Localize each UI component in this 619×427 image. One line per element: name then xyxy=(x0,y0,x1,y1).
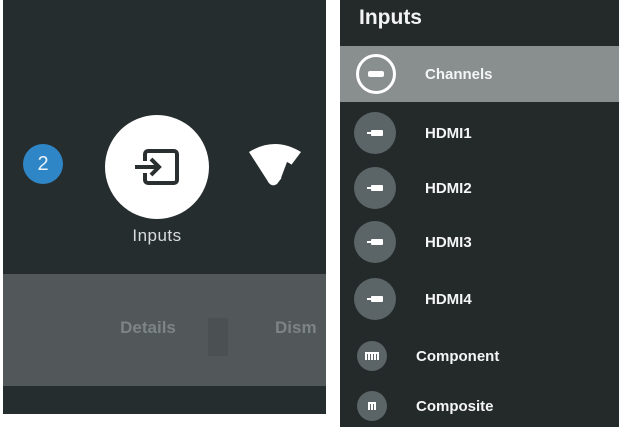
notification-count-badge: 2 xyxy=(23,144,63,184)
notification-panel: 2 Inputs Details Dism xyxy=(3,0,326,414)
dismiss-button[interactable]: Dism xyxy=(275,318,326,338)
input-item-label: Channels xyxy=(425,65,493,83)
menu-title: Inputs xyxy=(359,6,422,29)
component-icon xyxy=(357,341,387,371)
inputs-label: Inputs xyxy=(132,226,182,245)
input-item-component[interactable]: Component xyxy=(340,328,619,384)
hdmi-icon xyxy=(354,221,396,263)
input-item-label: HDMI3 xyxy=(425,233,472,251)
inputs-menu: Inputs Channels HDMI1 HDMI2 HDMI3 HDMI4 xyxy=(340,0,619,427)
input-item-hdmi3[interactable]: HDMI3 xyxy=(340,214,619,270)
input-item-label: HDMI1 xyxy=(425,124,472,142)
input-item-label: Component xyxy=(416,347,500,365)
input-item-hdmi4[interactable]: HDMI4 xyxy=(340,271,619,327)
hdmi-icon xyxy=(354,278,396,320)
wifi-icon xyxy=(249,144,301,186)
composite-icon xyxy=(357,391,387,421)
hdmi-icon xyxy=(354,167,396,209)
input-item-hdmi2[interactable]: HDMI2 xyxy=(340,160,619,216)
input-item-composite[interactable]: Composite xyxy=(340,378,619,427)
input-item-label: HDMI2 xyxy=(425,179,472,197)
input-item-channels[interactable]: Channels xyxy=(340,46,619,102)
button-divider xyxy=(208,318,228,356)
hdmi-icon xyxy=(354,112,396,154)
tv-tuner-icon xyxy=(356,54,396,94)
details-button[interactable]: Details xyxy=(93,318,203,338)
input-item-label: Composite xyxy=(416,397,494,415)
input-source-icon xyxy=(135,149,179,185)
input-item-hdmi1[interactable]: HDMI1 xyxy=(340,105,619,161)
input-item-label: HDMI4 xyxy=(425,290,472,308)
inputs-button[interactable] xyxy=(105,115,209,219)
badge-count: 2 xyxy=(37,152,49,175)
